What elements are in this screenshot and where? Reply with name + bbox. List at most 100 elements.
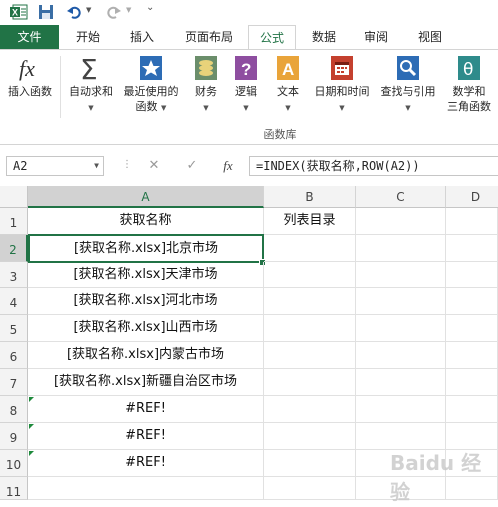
column-header-b[interactable]: B xyxy=(264,186,356,208)
row-header-8[interactable]: 8 xyxy=(0,396,28,423)
tab-formulas[interactable]: 公式 xyxy=(248,25,296,50)
cell-d6[interactable] xyxy=(446,342,498,369)
error-indicator-icon[interactable] xyxy=(29,397,34,402)
undo-icon[interactable] xyxy=(66,4,82,20)
cell-d7[interactable] xyxy=(446,369,498,396)
ribbon-separator xyxy=(60,56,61,118)
cell-c7[interactable] xyxy=(356,369,446,396)
coins-book-icon xyxy=(195,56,217,80)
calendar-book-icon xyxy=(331,56,353,80)
date-time-label: 日期和时间 xyxy=(314,85,370,98)
tab-data[interactable]: 数据 xyxy=(302,25,346,49)
column-header-a[interactable]: A xyxy=(28,186,264,208)
error-indicator-icon[interactable] xyxy=(29,451,34,456)
select-all-corner[interactable] xyxy=(0,186,28,208)
enter-entry-button[interactable]: ✓ xyxy=(180,156,204,176)
cell-a2[interactable]: [获取名称.xlsx]北京市场 xyxy=(28,234,264,263)
cell-b2[interactable] xyxy=(264,235,356,262)
insert-function-fx-button[interactable]: fx xyxy=(216,156,240,176)
fx-icon: fx xyxy=(19,56,35,81)
redo-icon[interactable] xyxy=(106,4,122,20)
cell-d3[interactable] xyxy=(446,262,498,288)
error-indicator-icon[interactable] xyxy=(29,424,34,429)
cell-c5[interactable] xyxy=(356,315,446,342)
cell-a3[interactable]: [获取名称.xlsx]天津市场 xyxy=(28,262,264,288)
logical-button[interactable]: ? 逻辑 ▼ xyxy=(228,54,264,116)
tab-file[interactable]: 文件 xyxy=(0,25,59,49)
tab-review[interactable]: 审阅 xyxy=(354,25,398,49)
tab-page-layout[interactable]: 页面布局 xyxy=(174,25,244,49)
cell-c2[interactable] xyxy=(356,235,446,262)
cell-d2[interactable] xyxy=(446,235,498,262)
formula-bar: A2 ▼ ⋮ ✕ ✓ fx =INDEX(获取名称,ROW(A2)) xyxy=(0,145,498,186)
formula-input[interactable]: =INDEX(获取名称,ROW(A2)) xyxy=(249,156,498,176)
row-header-9[interactable]: 9 xyxy=(0,423,28,450)
cell-b9[interactable] xyxy=(264,423,356,450)
cell-c6[interactable] xyxy=(356,342,446,369)
cell-a10[interactable]: #REF! xyxy=(28,450,264,477)
math-trig-label: 数学和 三角函数 xyxy=(447,85,491,113)
cancel-entry-button[interactable]: ✕ xyxy=(142,156,166,176)
row-header-4[interactable]: 4 xyxy=(0,288,28,315)
row-header-3[interactable]: 3 xyxy=(0,262,28,288)
row-header-6[interactable]: 6 xyxy=(0,342,28,369)
name-box[interactable]: A2 ▼ xyxy=(6,156,104,176)
row-header-7[interactable]: 7 xyxy=(0,369,28,396)
undo-dropdown-icon[interactable]: ▼ xyxy=(86,6,91,14)
row-header-1[interactable]: 1 xyxy=(0,208,28,235)
question-book-icon: ? xyxy=(235,56,257,80)
cell-b8[interactable] xyxy=(264,396,356,423)
logical-label: 逻辑 xyxy=(235,85,257,98)
cell-a9[interactable]: #REF! xyxy=(28,423,264,450)
cell-b7[interactable] xyxy=(264,369,356,396)
tab-insert[interactable]: 插入 xyxy=(120,25,164,49)
cell-a11[interactable] xyxy=(28,477,264,500)
cell-c3[interactable] xyxy=(356,262,446,288)
cell-b3[interactable] xyxy=(264,262,356,288)
cell-d8[interactable] xyxy=(446,396,498,423)
cell-b11[interactable] xyxy=(264,477,356,500)
cell-a6[interactable]: [获取名称.xlsx]内蒙古市场 xyxy=(28,342,264,369)
financial-button[interactable]: 财务 ▼ xyxy=(186,54,226,116)
cell-d9[interactable] xyxy=(446,423,498,450)
cell-a8[interactable]: #REF! xyxy=(28,396,264,423)
lookup-reference-button[interactable]: 查找与引用 ▼ xyxy=(376,54,440,116)
date-time-dropdown-icon: ▼ xyxy=(339,104,345,112)
cell-a4[interactable]: [获取名称.xlsx]河北市场 xyxy=(28,288,264,315)
tab-view[interactable]: 视图 xyxy=(408,25,452,49)
math-trig-button[interactable]: θ 数学和 三角函数 xyxy=(440,54,498,114)
tab-home[interactable]: 开始 xyxy=(66,25,110,49)
text-button[interactable]: A 文本 ▼ xyxy=(270,54,306,116)
row-header-10[interactable]: 10 xyxy=(0,450,28,477)
cell-a1[interactable]: 获取名称 xyxy=(28,208,264,235)
insert-function-button[interactable]: fx 插入函数 xyxy=(2,54,58,99)
redo-dropdown-icon[interactable]: ▼ xyxy=(126,6,131,14)
customize-qat-icon[interactable]: ⌄ xyxy=(146,2,154,13)
svg-text:Σ: Σ xyxy=(80,54,98,82)
column-header-d[interactable]: D xyxy=(446,186,498,208)
name-box-dropdown-icon[interactable]: ▼ xyxy=(94,157,99,175)
cell-b6[interactable] xyxy=(264,342,356,369)
cell-d5[interactable] xyxy=(446,315,498,342)
row-header-11[interactable]: 11 xyxy=(0,477,28,500)
cell-d4[interactable] xyxy=(446,288,498,315)
cell-c4[interactable] xyxy=(356,288,446,315)
cell-b5[interactable] xyxy=(264,315,356,342)
cell-a7[interactable]: [获取名称.xlsx]新疆自治区市场 xyxy=(28,369,264,396)
row-header-2[interactable]: 2 xyxy=(0,235,28,262)
cell-a5[interactable]: [获取名称.xlsx]山西市场 xyxy=(28,315,264,342)
autosum-button[interactable]: Σ 自动求和 ▼ xyxy=(64,54,118,116)
cell-c8[interactable] xyxy=(356,396,446,423)
save-icon[interactable] xyxy=(38,4,54,20)
row-header-5[interactable]: 5 xyxy=(0,315,28,342)
cell-c1[interactable] xyxy=(356,208,446,235)
recently-used-button[interactable]: 最近使用的 函数 ▼ xyxy=(118,54,184,116)
text-label: 文本 xyxy=(277,85,299,98)
cell-b10[interactable] xyxy=(264,450,356,477)
cell-d1[interactable] xyxy=(446,208,498,235)
cell-b4[interactable] xyxy=(264,288,356,315)
column-header-c[interactable]: C xyxy=(356,186,446,208)
cell-c9[interactable] xyxy=(356,423,446,450)
cell-b1[interactable]: 列表目录 xyxy=(264,208,356,235)
date-time-button[interactable]: 日期和时间 ▼ xyxy=(310,54,374,116)
